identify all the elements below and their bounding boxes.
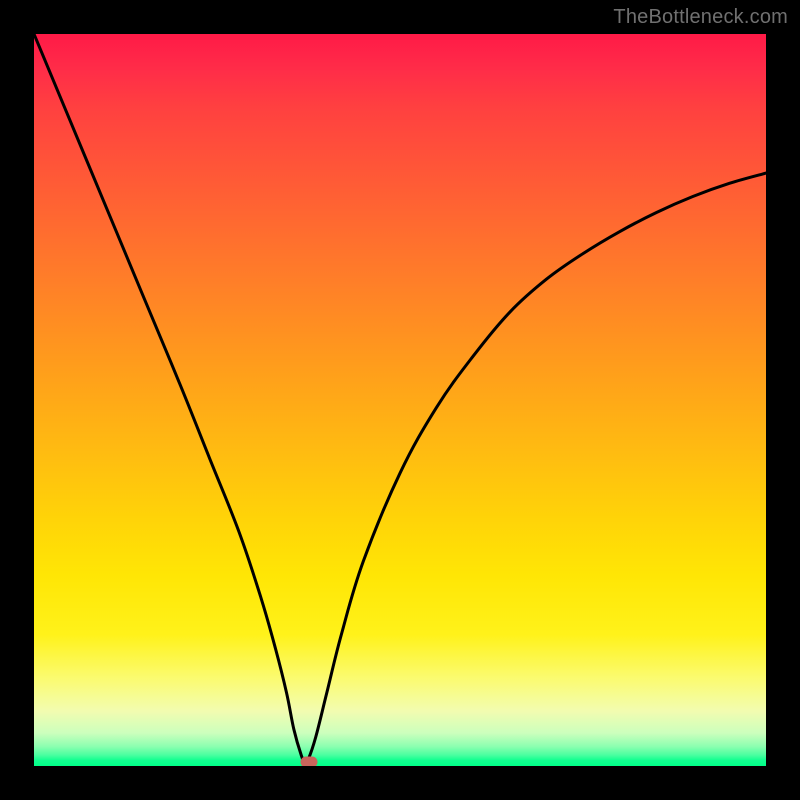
bottleneck-curve [34,34,766,766]
watermark-text: TheBottleneck.com [613,6,788,29]
plot-area [34,34,766,766]
optimal-point-marker [300,757,317,766]
